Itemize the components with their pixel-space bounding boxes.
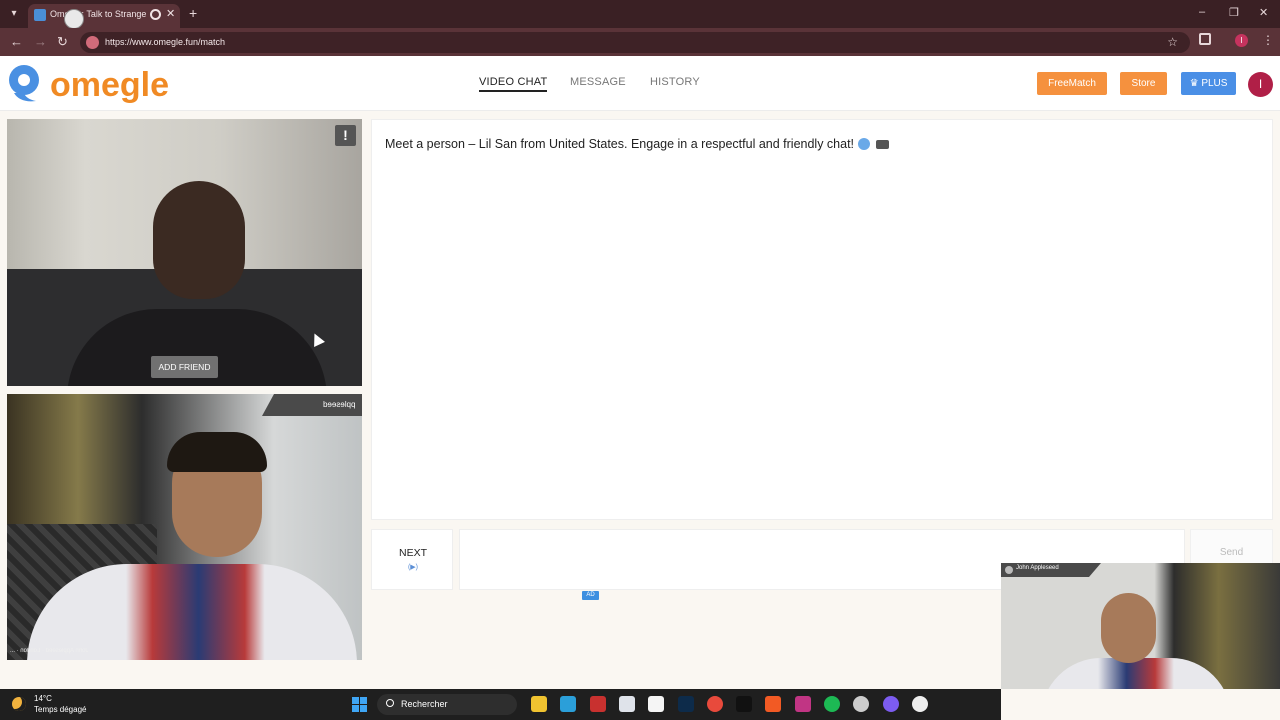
add-friend-button[interactable]: ADD FRIEND: [151, 356, 218, 378]
plus-label: PLUS: [1201, 78, 1228, 89]
back-arrow-icon[interactable]: ←: [10, 34, 23, 49]
brave-icon[interactable]: [765, 696, 782, 712]
steam-overlay-icon: [64, 9, 84, 29]
bookmark-star-icon[interactable]: ☆: [1167, 35, 1178, 49]
omegle-logo[interactable]: omegle: [6, 63, 168, 105]
spotify-icon[interactable]: [824, 696, 840, 712]
globe-icon: [858, 138, 871, 150]
obs-icon[interactable]: [911, 696, 928, 712]
weather-description: Temps dégagé: [34, 705, 87, 714]
search-app-icon[interactable]: [648, 696, 665, 712]
window-close-icon[interactable]: ✕: [1259, 6, 1268, 19]
next-label: NEXT: [398, 547, 427, 559]
video-camera-icon: [876, 140, 890, 149]
browser-menu-icon[interactable]: ⋮: [1262, 33, 1274, 47]
instagram-icon[interactable]: [794, 696, 811, 712]
taskbar-search[interactable]: Rechercher: [377, 694, 517, 715]
weather-moon-icon[interactable]: [12, 697, 26, 711]
chat-intro-text: Meet a person – Lil San from United Stat…: [385, 137, 855, 151]
next-shortcut-hint: (▶): [407, 564, 419, 571]
url-field[interactable]: https://www.omegle.fun/match ☆: [80, 32, 1190, 53]
app-red-icon[interactable]: [589, 696, 606, 712]
self-name-tag-text: ppleseed: [323, 400, 356, 409]
logo-text: omegle: [50, 66, 168, 104]
nav-history[interactable]: HISTORY: [650, 76, 700, 88]
overlay-figure-head: [1101, 593, 1156, 663]
self-caption: John Appleseed · London · ...: [10, 648, 89, 654]
store-icon[interactable]: [618, 696, 635, 712]
overlay-avatar-icon: [1005, 566, 1013, 574]
self-figure-body: [27, 564, 357, 660]
browser-tabbar: ▾ Omegle: Talk to Strangers ✕ + – ❐ ✕: [0, 0, 1280, 29]
crown-icon: ♛: [1189, 78, 1202, 89]
maximize-icon[interactable]: ❐: [1229, 6, 1239, 19]
photoshop-icon[interactable]: [677, 696, 694, 712]
site-header: omegle VIDEO CHAT MESSAGE HISTORY FreeMa…: [0, 56, 1280, 111]
report-icon[interactable]: !: [335, 125, 356, 146]
browser-tab-omegle[interactable]: Omegle: Talk to Strangers ✕: [28, 4, 180, 28]
windows-start-icon[interactable]: [352, 697, 367, 712]
ad-badge[interactable]: AD: [582, 591, 599, 600]
self-figure-hair: [167, 432, 267, 472]
tab-list-chevron-icon[interactable]: ▾: [5, 5, 23, 23]
nav-message[interactable]: MESSAGE: [570, 76, 626, 88]
chrome-icon[interactable]: [706, 696, 723, 712]
plus-button[interactable]: ♛ PLUS: [1181, 72, 1236, 95]
self-video: ppleseed John Appleseed · London · ...: [7, 394, 362, 660]
tiktok-icon[interactable]: [736, 696, 753, 712]
edge-icon[interactable]: [560, 696, 577, 712]
store-button[interactable]: Store: [1120, 72, 1167, 95]
omegle-favicon-icon: [34, 9, 46, 21]
search-icon: [386, 699, 394, 707]
file-explorer-icon[interactable]: [531, 696, 547, 712]
stranger-figure-head: [153, 181, 245, 299]
steam-icon[interactable]: [853, 696, 870, 712]
app-purple-icon[interactable]: [882, 696, 899, 712]
windows-taskbar: 14°C Temps dégagé Rechercher: [0, 689, 1001, 720]
browser-profile-icon[interactable]: I: [1235, 34, 1248, 47]
forward-arrow-icon[interactable]: →: [34, 34, 47, 49]
chat-intro-message: Meet a person – Lil San from United Stat…: [385, 137, 890, 151]
taskbar-search-text: Rechercher: [401, 699, 448, 709]
new-tab-button[interactable]: +: [189, 5, 197, 21]
close-tab-icon[interactable]: ✕: [166, 7, 175, 20]
overlay-name-text: John Appleseed: [1016, 565, 1059, 571]
freematch-button[interactable]: FreeMatch: [1037, 72, 1107, 95]
url-text: https://www.omegle.fun/match: [105, 37, 226, 47]
streamer-webcam-overlay: John Appleseed: [1001, 563, 1280, 689]
site-info-icon[interactable]: [86, 36, 99, 49]
reload-icon[interactable]: ↻: [57, 34, 68, 50]
extensions-icon[interactable]: [1199, 33, 1211, 45]
next-button[interactable]: NEXT (▶): [371, 529, 453, 590]
overlay-figure-body: [1041, 658, 1231, 689]
recording-indicator-icon: [150, 9, 161, 20]
nav-video-chat[interactable]: VIDEO CHAT: [479, 76, 548, 92]
user-avatar[interactable]: I: [1248, 72, 1273, 97]
weather-temperature: 14°C: [34, 694, 52, 703]
stranger-video: ! ADD FRIEND: [7, 119, 362, 386]
minimize-icon[interactable]: –: [1199, 6, 1205, 18]
browser-address-bar: ← → ↻ https://www.omegle.fun/match ☆: [0, 28, 1280, 56]
chat-log: Meet a person – Lil San from United Stat…: [371, 119, 1273, 520]
